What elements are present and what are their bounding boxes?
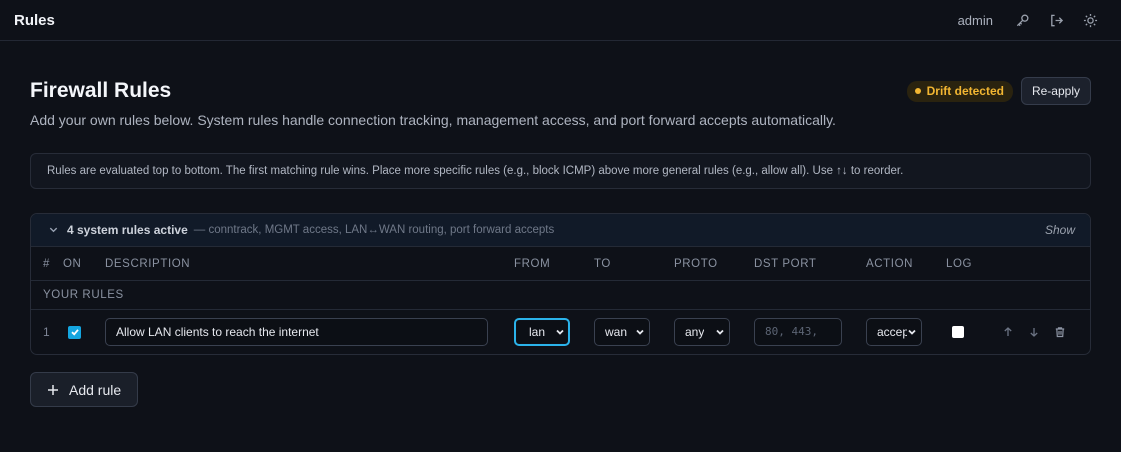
rule-enabled-checkbox[interactable]	[68, 325, 81, 339]
column-header-log: LOG	[946, 257, 973, 270]
action-value: accept	[877, 325, 907, 339]
column-header-to: TO	[594, 257, 611, 270]
page-header: Firewall Rules Add your own rules below.…	[30, 77, 1091, 128]
add-rule-label: Add rule	[69, 381, 122, 398]
warning-dot-icon	[914, 88, 921, 94]
table-header: # ON DESCRIPTION FROM TO PROTO DST PORT …	[31, 247, 1090, 281]
to-zone-value: wan	[605, 325, 628, 339]
header-actions: Drift detected Re-apply	[906, 77, 1091, 105]
arrow-up-icon[interactable]	[999, 323, 1017, 341]
chevron-down-icon[interactable]	[48, 224, 60, 236]
column-header-from: FROM	[514, 257, 551, 270]
column-header-action: ACTION	[866, 257, 914, 270]
key-icon[interactable]	[1005, 6, 1039, 34]
column-header-on: ON	[63, 257, 82, 270]
main-content: Firewall Rules Add your own rules below.…	[0, 77, 1121, 407]
reapply-button[interactable]: Re-apply	[1020, 77, 1091, 105]
column-header-dst-port: DST PORT	[754, 257, 817, 270]
plus-icon	[48, 384, 58, 395]
system-rules-toggle-row[interactable]: 4 system rules active — conntrack, MGMT …	[31, 214, 1090, 247]
chevron-down-icon	[556, 329, 564, 335]
protocol-select[interactable]: any	[674, 318, 730, 346]
your-rules-section-label: YOUR RULES	[31, 281, 1090, 310]
page-subtitle: Add your own rules below. System rules h…	[30, 112, 836, 128]
to-zone-select[interactable]: wan	[594, 318, 650, 346]
column-header-index: #	[43, 257, 50, 270]
column-header-description: DESCRIPTION	[105, 257, 191, 270]
trash-icon[interactable]	[1051, 323, 1069, 341]
topbar-actions: admin	[958, 6, 1107, 34]
from-zone-select[interactable]: lan	[514, 318, 570, 346]
action-select[interactable]: accept	[866, 318, 922, 346]
rule-description-input[interactable]: Allow LAN clients to reach the internet	[105, 318, 488, 346]
chevron-down-icon	[908, 329, 916, 335]
drift-badge-label: Drift detected	[926, 84, 1004, 98]
drift-status-badge: Drift detected	[906, 80, 1013, 102]
system-rules-count: 4 system rules active	[67, 223, 188, 237]
show-system-rules-link[interactable]: Show	[1045, 223, 1075, 237]
from-zone-value: lan	[529, 325, 546, 339]
app-title: Rules	[14, 11, 55, 29]
rule-index: 1	[43, 325, 50, 339]
page-title: Firewall Rules	[30, 79, 172, 102]
logout-icon[interactable]	[1039, 6, 1073, 34]
chevron-down-icon	[636, 329, 644, 335]
log-checkbox[interactable]	[952, 326, 964, 338]
theme-sun-icon[interactable]	[1073, 6, 1107, 34]
column-header-proto: PROTO	[674, 257, 718, 270]
dst-port-input[interactable]: 80, 443,	[754, 318, 842, 346]
info-notice: Rules are evaluated top to bottom. The f…	[30, 153, 1091, 189]
system-rules-description: — conntrack, MGMT access, LAN↔WAN routin…	[193, 224, 555, 236]
table-row: 1 Allow LAN clients to reach the interne…	[31, 310, 1090, 354]
protocol-value: any	[685, 325, 705, 339]
chevron-down-icon	[716, 329, 724, 335]
top-bar: Rules admin	[0, 0, 1121, 41]
username: admin	[957, 12, 993, 28]
rules-table: 4 system rules active — conntrack, MGMT …	[30, 213, 1091, 355]
row-actions	[986, 323, 1090, 341]
arrow-down-icon[interactable]	[1025, 323, 1043, 341]
add-rule-button[interactable]: Add rule	[30, 372, 139, 407]
